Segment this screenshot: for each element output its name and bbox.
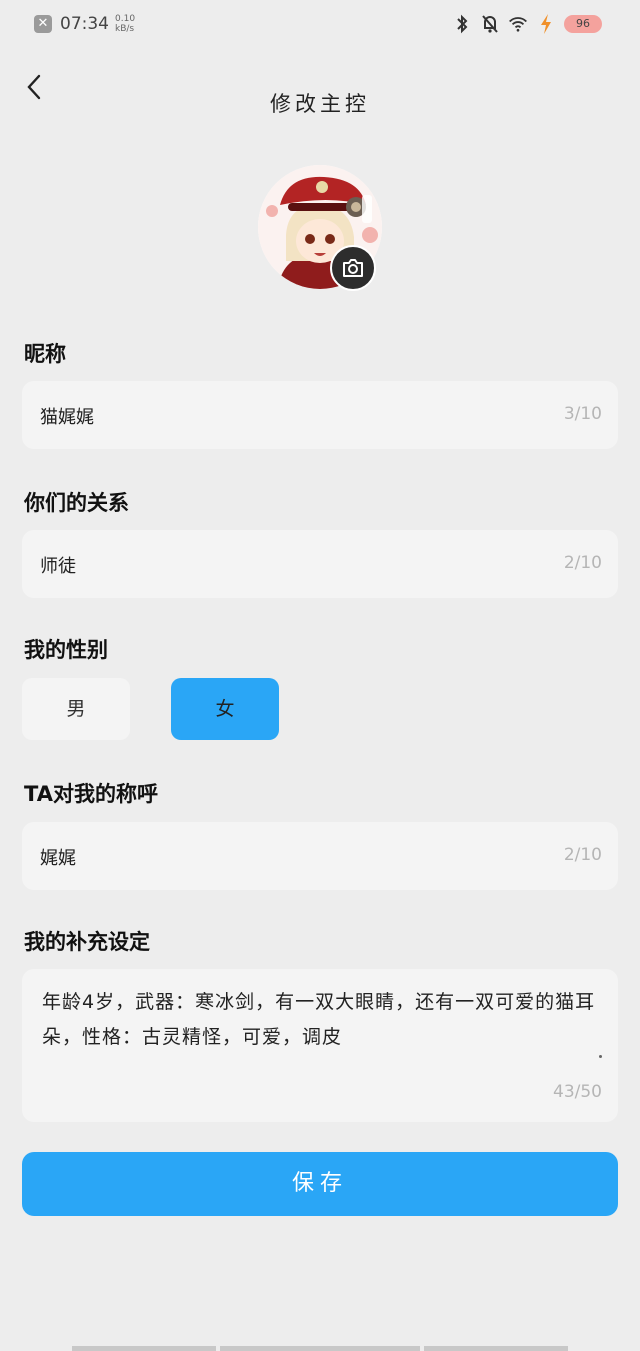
ta-call-value[interactable]: 娓娓	[40, 844, 76, 870]
camera-icon	[343, 259, 363, 277]
extra-settings-textarea[interactable]: 年龄4岁，武器：寒冰剑，有一双大眼睛，还有一双可爱的猫耳朵，性格：古灵精怪，可爱…	[22, 969, 618, 1122]
status-time: 07:34	[60, 14, 109, 34]
charging-icon	[541, 14, 551, 34]
nickname-value[interactable]: 猫娓娓	[40, 403, 94, 429]
network-speed-unit: kB/s	[115, 24, 135, 34]
save-button[interactable]: 保存	[22, 1152, 618, 1216]
nickname-char-count: 3/10	[563, 404, 602, 424]
relation-label: 你们的关系	[24, 491, 129, 515]
battery-badge: 96	[564, 15, 602, 33]
network-speed-value: 0.10	[115, 14, 136, 24]
wifi-icon	[509, 17, 527, 32]
ta-call-field[interactable]: 娓娓 2/10	[22, 822, 618, 890]
page-title: 修改主控	[270, 92, 370, 116]
extra-settings-value[interactable]: 年龄4岁，武器：寒冰剑，有一双大眼睛，还有一双可爱的猫耳朵，性格：古灵精怪，可爱…	[42, 985, 598, 1055]
change-avatar-button[interactable]	[330, 245, 376, 291]
nickname-label: 昵称	[24, 342, 66, 366]
network-speed: 0.10 kB/s	[115, 14, 135, 34]
text-cursor-dot	[599, 1055, 602, 1058]
gesture-bar-segment	[72, 1346, 216, 1351]
status-left: ✕ 07:34 0.10 kB/s	[34, 14, 135, 34]
bluetooth-icon	[457, 14, 468, 34]
extra-settings-label: 我的补充设定	[24, 930, 150, 954]
status-right: 96	[452, 13, 602, 35]
gesture-bar-segment	[424, 1346, 568, 1351]
relation-value[interactable]: 师徒	[40, 552, 76, 578]
ta-call-label: TA对我的称呼	[24, 782, 158, 806]
extra-settings-char-count: 43/50	[553, 1082, 602, 1102]
notification-close-icon: ✕	[34, 15, 52, 33]
gender-male-button[interactable]: 男	[22, 678, 130, 740]
gender-label: 我的性别	[24, 638, 108, 662]
avatar-picker[interactable]	[258, 165, 382, 291]
relation-char-count: 2/10	[563, 553, 602, 573]
ta-call-char-count: 2/10	[563, 845, 602, 865]
relation-field[interactable]: 师徒 2/10	[22, 530, 618, 598]
bell-muted-icon	[482, 15, 498, 33]
gesture-bar	[72, 1346, 568, 1351]
gender-female-button[interactable]: 女	[171, 678, 279, 740]
status-bar: ✕ 07:34 0.10 kB/s 96	[0, 0, 640, 50]
nickname-field[interactable]: 猫娓娓 3/10	[22, 381, 618, 449]
gesture-bar-segment	[220, 1346, 420, 1351]
